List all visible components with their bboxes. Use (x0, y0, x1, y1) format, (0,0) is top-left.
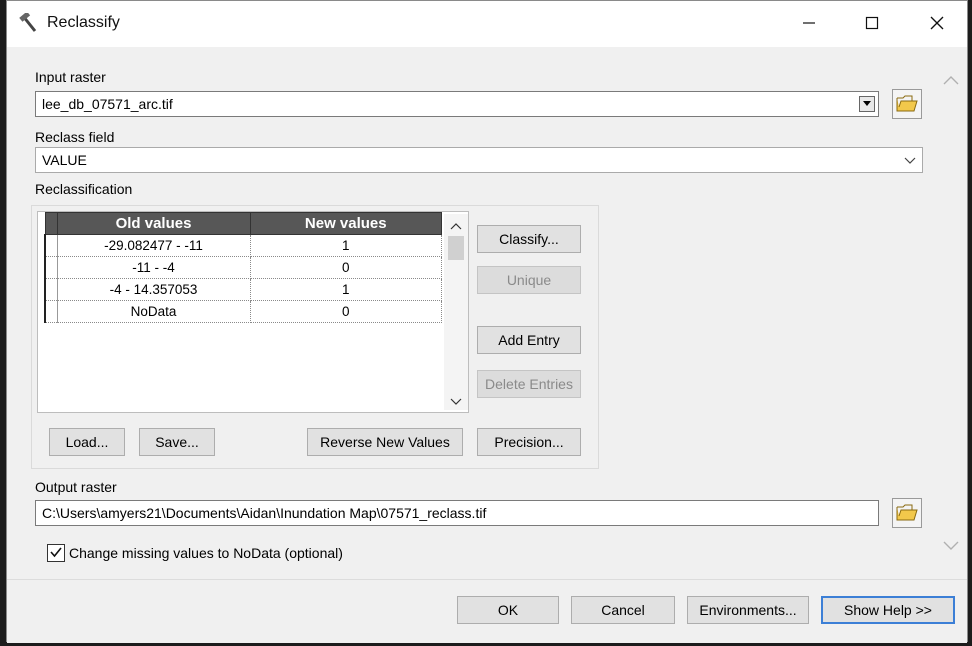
reclassification-label: Reclassification (35, 181, 133, 197)
maximize-icon (865, 16, 879, 33)
reclass-field-label: Reclass field (35, 129, 115, 145)
old-value-cell[interactable]: -29.082477 - -11 (57, 234, 251, 257)
chevron-down-icon[interactable] (450, 394, 462, 410)
output-raster-value: C:\Users\amyers21\Documents\Aidan\Inunda… (42, 505, 487, 521)
show-help-button[interactable]: Show Help >> (821, 596, 955, 624)
checkmark-icon (49, 545, 63, 562)
chevron-down-icon[interactable] (943, 539, 959, 555)
reclassification-grid[interactable]: Old values New values -29.082477 - -11 1… (37, 211, 469, 413)
folder-open-icon (896, 502, 918, 525)
maximize-button[interactable] (850, 9, 894, 39)
new-value-cell[interactable]: 1 (250, 278, 442, 301)
reclass-field-combo[interactable]: VALUE (35, 147, 923, 173)
load-button[interactable]: Load... (49, 428, 125, 456)
close-icon (929, 15, 945, 34)
chevron-up-icon[interactable] (450, 218, 462, 234)
output-raster-field[interactable]: C:\Users\amyers21\Documents\Aidan\Inunda… (35, 500, 879, 526)
input-raster-value: lee_db_07571_arc.tif (42, 96, 173, 112)
delete-entries-button[interactable]: Delete Entries (477, 370, 581, 398)
row-selector[interactable] (44, 300, 58, 323)
environments-button[interactable]: Environments... (687, 596, 809, 624)
hammer-icon (19, 11, 41, 35)
ok-button[interactable]: OK (457, 596, 559, 624)
folder-open-icon (896, 93, 918, 116)
output-raster-label: Output raster (35, 479, 117, 495)
old-value-cell[interactable]: -11 - -4 (57, 256, 251, 279)
row-selector[interactable] (44, 234, 58, 257)
table-row[interactable]: -29.082477 - -11 1 (44, 234, 442, 257)
close-button[interactable] (915, 9, 959, 39)
table-row[interactable]: NoData 0 (44, 300, 442, 323)
reverse-new-values-button[interactable]: Reverse New Values (307, 428, 463, 456)
old-value-cell[interactable]: NoData (57, 300, 251, 323)
missing-values-checkbox[interactable] (47, 544, 65, 562)
old-value-cell[interactable]: -4 - 14.357053 (57, 278, 251, 301)
new-value-cell[interactable]: 1 (250, 234, 442, 257)
chevron-up-icon[interactable] (943, 73, 959, 89)
dropdown-arrow-icon[interactable] (859, 96, 875, 112)
reclass-field-value: VALUE (42, 152, 87, 168)
output-raster-browse-button[interactable] (892, 498, 922, 528)
cancel-button[interactable]: Cancel (571, 596, 675, 624)
missing-values-label[interactable]: Change missing values to NoData (optiona… (69, 545, 343, 561)
table-row[interactable]: -11 - -4 0 (44, 256, 442, 279)
minimize-icon (802, 16, 816, 33)
chevron-down-icon (904, 150, 916, 177)
unique-button[interactable]: Unique (477, 266, 581, 294)
classify-button[interactable]: Classify... (477, 225, 581, 253)
reclass-table: Old values New values -29.082477 - -11 1… (44, 212, 442, 323)
row-selector[interactable] (44, 256, 58, 279)
reclassify-dialog: Reclassify Input raster lee_db_07571_arc… (6, 0, 968, 643)
save-button[interactable]: Save... (139, 428, 215, 456)
table-row[interactable]: -4 - 14.357053 1 (44, 278, 442, 301)
window-title: Reclassify (47, 14, 120, 31)
input-raster-label: Input raster (35, 69, 106, 85)
dialog-footer: OK Cancel Environments... Show Help >> (7, 579, 967, 643)
precision-button[interactable]: Precision... (477, 428, 581, 456)
row-selector-header (44, 212, 58, 235)
row-selector[interactable] (44, 278, 58, 301)
add-entry-button[interactable]: Add Entry (477, 326, 581, 354)
input-raster-browse-button[interactable] (892, 89, 922, 119)
column-header-new[interactable]: New values (249, 212, 442, 235)
dialog-scrollbar[interactable] (937, 59, 967, 579)
new-value-cell[interactable]: 0 (250, 300, 442, 323)
input-raster-combo[interactable]: lee_db_07571_arc.tif (35, 91, 879, 117)
grid-scrollbar[interactable] (444, 214, 468, 410)
title-bar: Reclassify (7, 1, 967, 47)
column-header-old[interactable]: Old values (56, 212, 251, 235)
new-value-cell[interactable]: 0 (250, 256, 442, 279)
minimize-button[interactable] (787, 9, 831, 39)
scrollbar-thumb[interactable] (448, 236, 464, 260)
